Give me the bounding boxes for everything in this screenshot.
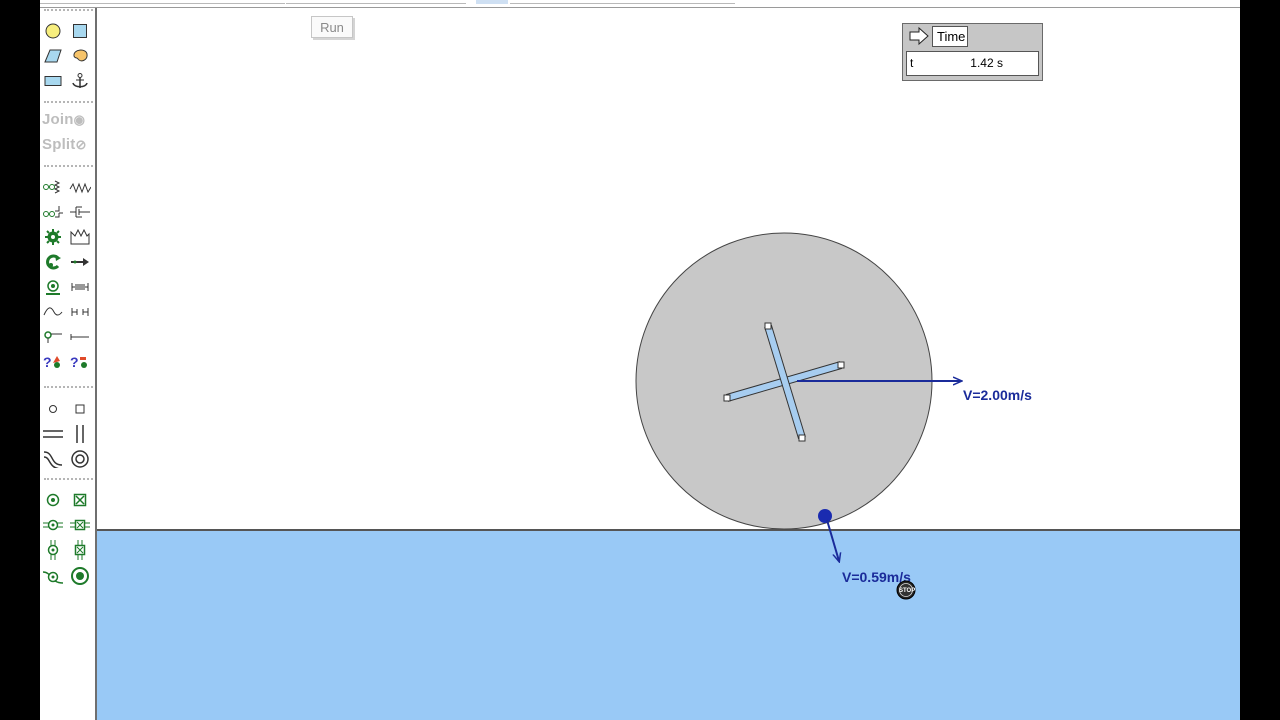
actuator-icon[interactable] (68, 225, 92, 248)
contact-velocity-vector[interactable] (826, 519, 839, 561)
torque-icon[interactable] (41, 250, 65, 273)
workspace-window: Join◉ Split⊘ ? ? Run Time t 1.42 s V=2.0… (40, 0, 1240, 720)
rigid-joint-icon[interactable] (68, 488, 92, 511)
join-label: Join (42, 111, 74, 128)
motor-icon[interactable] (41, 225, 65, 248)
line-icon[interactable] (68, 325, 92, 348)
rectangle-tool-icon[interactable] (41, 69, 65, 92)
vertical-pin-slot-icon[interactable] (41, 538, 65, 561)
vertical-rigid-slot-icon[interactable] (68, 538, 92, 561)
curved-slot-icon[interactable] (41, 447, 65, 470)
vertical-slot-icon[interactable] (68, 422, 92, 445)
spring-joint-icon[interactable] (68, 175, 92, 198)
curved-body-tool-icon[interactable] (68, 44, 92, 67)
svg-text:?: ? (70, 354, 79, 370)
rope-icon[interactable] (68, 275, 92, 298)
hook-icon[interactable] (41, 325, 65, 348)
wheel-velocity-label: V=2.00m/s (963, 387, 1032, 403)
join-icon: ◉ (73, 112, 86, 127)
help-icon-2[interactable]: ? (68, 350, 92, 373)
simulation-canvas[interactable]: Run Time t 1.42 s V=2.00m/s V=0.59m/s ST… (97, 8, 1240, 720)
menu-segment[interactable] (510, 0, 735, 4)
curve-icon[interactable] (41, 300, 65, 323)
svg-text:?: ? (43, 354, 52, 370)
keyed-slot-joint-icon[interactable] (68, 564, 92, 587)
horizontal-pin-slot-icon[interactable] (41, 513, 65, 536)
horizontal-slot-icon[interactable] (41, 422, 65, 445)
rotational-spring-icon[interactable] (41, 275, 65, 298)
toolbar-separator (44, 101, 93, 103)
polygon-tool-icon[interactable] (41, 44, 65, 67)
menu-segment[interactable] (286, 0, 466, 4)
toolbar-separator (44, 386, 93, 388)
tool-palette: Join◉ Split⊘ ? ? (40, 8, 97, 720)
pin-joint-icon[interactable] (41, 488, 65, 511)
split-button[interactable]: Split⊘ (42, 136, 94, 158)
rod-endpoint[interactable] (723, 394, 731, 402)
split-label: Split (42, 136, 76, 153)
simulation-scene: V=2.00m/s V=0.59m/s STOP (635, 232, 1032, 600)
separator-icon[interactable] (68, 300, 92, 323)
top-menu-strip (40, 0, 1240, 8)
selected-tab-indicator[interactable] (476, 0, 508, 4)
help-icon-1[interactable]: ? (41, 350, 65, 373)
menu-segment[interactable] (40, 0, 285, 4)
toolbar-separator (44, 165, 93, 167)
damper-tool-icon[interactable] (41, 200, 65, 223)
rod-endpoint[interactable] (764, 322, 772, 330)
stop-label: STOP (899, 588, 915, 594)
curved-pin-slot-icon[interactable] (41, 564, 65, 587)
circle-tool-icon[interactable] (41, 19, 65, 42)
point-icon[interactable] (41, 397, 65, 420)
keyed-slot-icon[interactable] (68, 447, 92, 470)
stop-cursor-icon: STOP (896, 580, 916, 600)
rod-endpoint[interactable] (798, 434, 806, 442)
toolbar-separator (44, 478, 93, 480)
toolbar-separator (44, 9, 93, 11)
spring-tool-icon[interactable] (41, 175, 65, 198)
rod-endpoint[interactable] (837, 361, 845, 369)
anchor-icon[interactable] (68, 69, 92, 92)
join-button[interactable]: Join◉ (42, 111, 94, 133)
split-icon: ⊘ (75, 137, 87, 152)
contact-point[interactable] (818, 509, 832, 523)
square-point-icon[interactable] (68, 397, 92, 420)
square-tool-icon[interactable] (68, 19, 92, 42)
force-icon[interactable] (68, 250, 92, 273)
horizontal-rigid-slot-icon[interactable] (68, 513, 92, 536)
damper-joint-icon[interactable] (68, 200, 92, 223)
